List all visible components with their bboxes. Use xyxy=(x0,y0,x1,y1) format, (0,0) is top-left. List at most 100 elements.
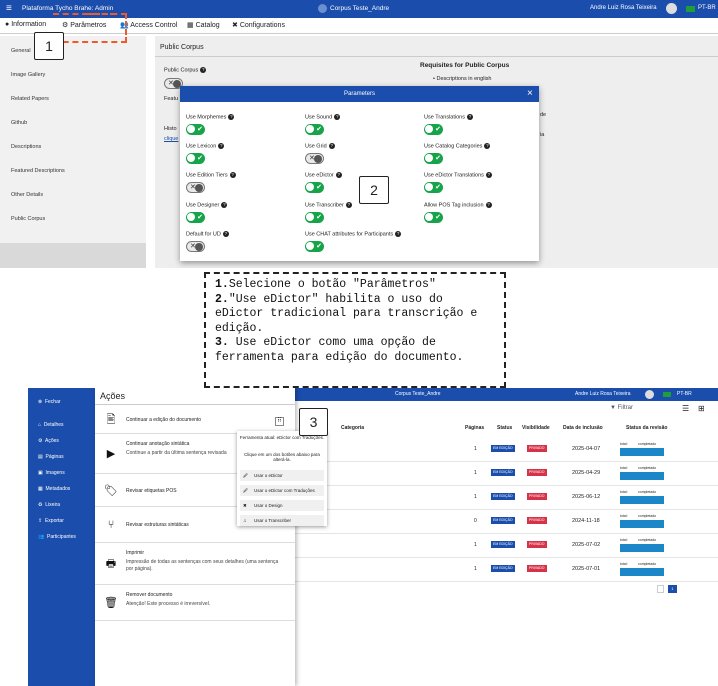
param-toggle-allow-pos-tag-inclusion[interactable]: ✔ xyxy=(424,212,443,223)
param-toggle-use-sound[interactable]: ✔ xyxy=(305,124,324,135)
visibility-badge[interactable]: PRIVADO xyxy=(527,565,547,572)
param-toggle-use-translations[interactable]: ✔ xyxy=(424,124,443,135)
param-toggle-use-edictor-translations[interactable]: ✔ xyxy=(424,182,443,193)
help-icon[interactable]: ? xyxy=(466,114,473,120)
sidebar-item-related-papers[interactable]: Related Papers xyxy=(11,96,49,102)
hamburger-menu-icon[interactable]: ≡ xyxy=(6,4,12,14)
bottom-avatar[interactable] xyxy=(645,390,654,399)
help-icon[interactable]: ? xyxy=(335,172,342,178)
popup-option[interactable]: ♫ Usar o Transcriber xyxy=(240,515,324,526)
param-toggle-use-edictor[interactable]: ✔ xyxy=(305,182,324,193)
sidebar-item-public-corpus[interactable]: Public Corpus xyxy=(11,216,45,222)
bottom-flag-icon[interactable] xyxy=(663,392,671,397)
callout-3: 3 xyxy=(299,408,328,436)
right-fragment-2: ia xyxy=(540,132,545,138)
review-progress-bar xyxy=(620,472,664,480)
x-icon: ✕ xyxy=(190,243,196,250)
list-view-icon[interactable]: ☰ xyxy=(682,404,689,413)
status-badge[interactable]: EM EDIÇÃO xyxy=(491,445,515,452)
sidebar-imagens[interactable]: ▣ Imagens xyxy=(38,470,65,476)
sidebar-item-other-details[interactable]: Other Details xyxy=(11,192,43,198)
help-icon[interactable]: ? xyxy=(334,114,341,120)
help-icon[interactable]: ? xyxy=(485,202,492,208)
param-toggle-use-edition-tiers[interactable]: ✕ xyxy=(186,182,205,193)
status-badge[interactable]: EM EDIÇÃO xyxy=(491,493,515,500)
popup-option[interactable]: ✖ Usar o Design xyxy=(240,500,324,511)
sidebar-item-image-gallery[interactable]: Image Gallery xyxy=(11,72,45,78)
param-toggle-default-for-ud[interactable]: ✕ xyxy=(186,241,205,252)
help-icon[interactable]: ? xyxy=(222,231,229,237)
sidebar-item-general[interactable]: General xyxy=(11,48,31,54)
help-icon[interactable]: ? xyxy=(345,202,352,208)
callout-2: 2 xyxy=(359,176,389,204)
sidebar-lixeira[interactable]: ♻ Lixeira xyxy=(38,502,60,508)
status-badge[interactable]: EM EDIÇÃO xyxy=(491,517,515,524)
param-toggle-use-grid[interactable]: ✕ xyxy=(305,153,324,164)
grid-view-icon[interactable]: ⊞ xyxy=(698,404,705,413)
param-toggle-use-designer[interactable]: ✔ xyxy=(186,212,205,223)
menu-catalog[interactable]: ▦ Catalog xyxy=(187,21,220,29)
menu-information[interactable]: ● Information xyxy=(5,21,46,28)
visibility-badge[interactable]: PRIVADO xyxy=(527,493,547,500)
action-row[interactable]: 🖶 Imprimir Impressão de todas as sentenças… xyxy=(95,543,295,585)
close-icon[interactable]: × xyxy=(527,88,533,99)
sidebar-item-featured-descriptions[interactable]: Featured Descriptions xyxy=(11,168,65,174)
help-icon[interactable]: ? xyxy=(228,114,235,120)
sidebar-detalhes[interactable]: ⌂ Detalhes xyxy=(38,422,64,428)
language-label[interactable]: PT-BR xyxy=(698,5,716,11)
param-toggle-use-catalog-categories[interactable]: ✔ xyxy=(424,153,443,164)
visibility-badge[interactable]: PRIVADO xyxy=(527,469,547,476)
param-label-text: Use Morphemes xyxy=(186,114,227,121)
help-icon[interactable]: ? xyxy=(485,172,492,178)
param-toggle-use-lexicon[interactable]: ✔ xyxy=(186,153,205,164)
status-badge[interactable]: EM EDIÇÃO xyxy=(491,565,515,572)
sidebar-acoes[interactable]: ⚙ Ações xyxy=(38,438,59,444)
param-toggle-use-chat-attributes-for-participants[interactable]: ✔ xyxy=(305,241,324,252)
menu-configurations[interactable]: ✖ Configurations xyxy=(232,21,285,29)
action-row[interactable]: 🖹 Continuar a edição do documento xyxy=(95,405,295,434)
more-options-icon[interactable]: ⠿ xyxy=(275,417,284,426)
avatar[interactable] xyxy=(666,3,677,14)
bottom-user-name[interactable]: Andre Luiz Rosa Teixeira xyxy=(575,391,631,397)
sidebar-metadados[interactable]: ▦ Metadados xyxy=(38,486,70,492)
filter-button[interactable]: ▼ Filtrar xyxy=(610,405,633,411)
brand-title[interactable]: Plataforma Tycho Brahe: Admin xyxy=(22,5,113,12)
action-row[interactable]: 🗑 Remover documento Atenção! Este processo… xyxy=(95,585,295,621)
param-label-text: Use eDictor xyxy=(305,172,334,179)
status-badge[interactable]: EM EDIÇÃO xyxy=(491,541,515,548)
popup-option[interactable]: 🖉 Usar o eDictor xyxy=(240,470,324,481)
param-label-use-edictor: Use eDictor? xyxy=(305,172,342,178)
help-icon[interactable]: ? xyxy=(484,143,491,149)
help-icon[interactable]: ? xyxy=(229,172,236,178)
flag-icon[interactable] xyxy=(686,6,695,12)
menu-access-control[interactable]: 👥 Access Control xyxy=(120,21,177,29)
sidebar-detalhes-label: Detalhes xyxy=(43,422,64,428)
visibility-badge[interactable]: PRIVADO xyxy=(527,445,547,452)
visibility-badge[interactable]: PRIVADO xyxy=(527,541,547,548)
sidebar-participantes[interactable]: 👥 Participantes xyxy=(38,534,76,540)
sidebar-fechar[interactable]: ⊗ Fechar xyxy=(38,399,61,405)
help-icon[interactable]: ? xyxy=(218,143,225,149)
sidebar-exportar[interactable]: ⇪ Exportar xyxy=(38,518,64,524)
status-badge[interactable]: EM EDIÇÃO xyxy=(491,469,515,476)
param-toggle-use-transcriber[interactable]: ✔ xyxy=(305,212,324,223)
help-icon[interactable]: ? xyxy=(200,67,207,73)
bottom-language[interactable]: PT-BR xyxy=(677,391,692,397)
pagination-prev[interactable] xyxy=(657,585,664,593)
pagination-page[interactable]: 1 xyxy=(668,585,677,593)
param-toggle-use-morphemes[interactable]: ✔ xyxy=(186,124,205,135)
sidebar-paginas[interactable]: ▤ Páginas xyxy=(38,454,64,460)
sidebar-item-descriptions[interactable]: Descriptions xyxy=(11,144,41,150)
help-icon[interactable]: ? xyxy=(221,202,228,208)
help-icon[interactable]: ? xyxy=(328,143,335,149)
clique-link[interactable]: clique xyxy=(164,136,178,142)
check-icon: ✔ xyxy=(197,126,203,133)
sidebar-fechar-label: Fechar xyxy=(44,399,61,405)
sidebar-item-github[interactable]: Github xyxy=(11,120,27,126)
popup-option[interactable]: 🖉 Usar o eDictor com Traduções xyxy=(240,485,324,496)
popup-option-icon: ♫ xyxy=(243,518,247,523)
user-name[interactable]: Andre Luiz Rosa Teixeira xyxy=(590,5,657,11)
help-icon[interactable]: ? xyxy=(395,231,402,237)
play-icon: ▶ xyxy=(106,448,116,460)
visibility-badge[interactable]: PRIVADO xyxy=(527,517,547,524)
